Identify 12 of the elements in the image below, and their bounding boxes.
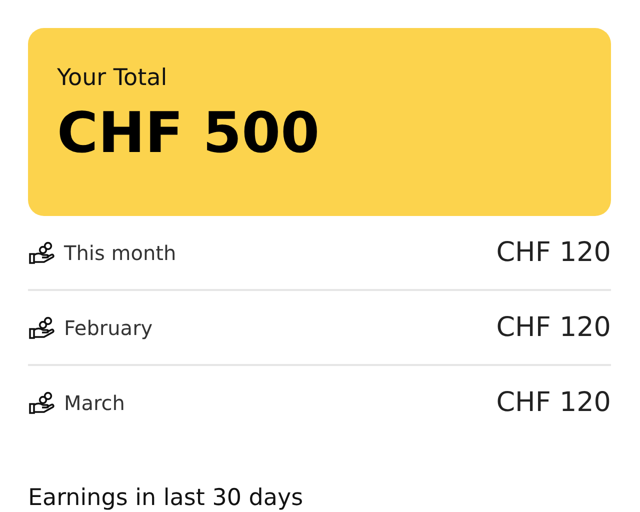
earning-amount: CHF 120 xyxy=(496,312,611,343)
total-amount: CHF 500 xyxy=(57,102,321,166)
earning-amount: CHF 120 xyxy=(496,237,611,268)
earning-amount: CHF 120 xyxy=(496,387,611,418)
coins-hand-icon xyxy=(28,390,56,414)
earning-label: This month xyxy=(64,240,178,264)
section-title: Earnings in last 30 days xyxy=(28,485,304,511)
earning-label: March xyxy=(64,390,126,414)
coins-hand-icon xyxy=(28,240,56,264)
total-label: Your Total xyxy=(57,64,168,92)
earning-label: February xyxy=(64,316,154,340)
coins-hand-icon xyxy=(28,316,56,340)
